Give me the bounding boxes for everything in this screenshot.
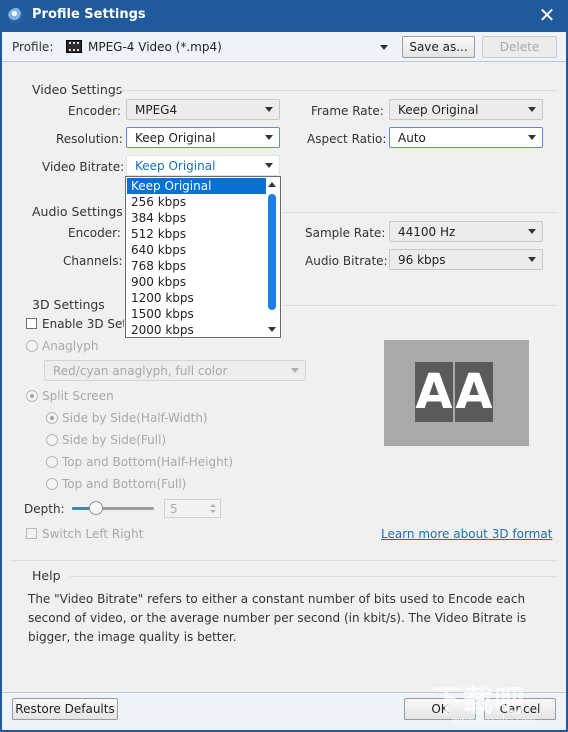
film-icon — [66, 40, 82, 53]
chevron-down-icon — [291, 368, 299, 373]
enable-3d-label: Enable 3D Sett — [42, 317, 124, 331]
switch-left-right-checkbox[interactable] — [26, 528, 37, 539]
learn-more-3d-link[interactable]: Learn more about 3D format — [381, 527, 552, 541]
chevron-down-icon — [265, 107, 273, 112]
scroll-down-icon[interactable] — [268, 327, 276, 332]
section-divider — [118, 90, 558, 91]
watermark-logo: 下载吧 — [432, 684, 525, 719]
switch-left-right-label: Switch Left Right — [42, 527, 144, 541]
3d-settings-title: 3D Settings — [32, 297, 105, 312]
aspect-ratio-select[interactable]: Auto — [389, 127, 543, 148]
split-screen-radio[interactable] — [26, 390, 38, 402]
anaglyph-label: Anaglyph — [42, 339, 99, 353]
spin-up-icon[interactable] — [210, 504, 216, 507]
frame-rate-select[interactable]: Keep Original — [389, 99, 543, 120]
top-bottom-full-radio[interactable] — [46, 478, 58, 490]
video-encoder-select[interactable]: MPEG4 — [126, 99, 280, 120]
section-divider — [282, 212, 558, 213]
dropdown-option[interactable]: 768 kbps — [127, 258, 266, 274]
app-icon — [8, 8, 24, 24]
chevron-down-icon — [380, 45, 388, 50]
dropdown-option[interactable]: 640 kbps — [127, 242, 266, 258]
video-encoder-label: Encoder: — [68, 104, 121, 118]
audio-encoder-label: Encoder: — [68, 226, 121, 240]
aspect-ratio-label: Aspect Ratio: — [307, 132, 387, 146]
resolution-select[interactable]: Keep Original — [126, 127, 280, 148]
dropdown-option[interactable]: 2000 kbps — [127, 322, 266, 338]
anaglyph-value: Red/cyan anaglyph, full color — [53, 364, 228, 378]
aspect-ratio-value: Auto — [398, 131, 426, 145]
chevron-down-icon — [528, 135, 536, 140]
3d-preview-image: A A — [384, 340, 529, 446]
chevron-down-icon — [528, 257, 536, 262]
audio-bitrate-label: Audio Bitrate: — [305, 254, 388, 268]
dropdown-option[interactable]: 900 kbps — [127, 274, 266, 290]
option-label: Top and Bottom(Half-Height) — [62, 455, 234, 469]
side-by-side-half-radio[interactable] — [46, 412, 58, 424]
restore-defaults-button[interactable]: Restore Defaults — [12, 698, 118, 720]
preview-letter-left: A — [415, 362, 453, 422]
profile-value: MPEG-4 Video (*.mp4) — [88, 40, 222, 54]
dropdown-option[interactable]: Keep Original — [127, 178, 266, 194]
chevron-down-icon — [265, 163, 273, 168]
dropdown-option[interactable]: 512 kbps — [127, 226, 266, 242]
scroll-up-icon[interactable] — [268, 182, 276, 187]
profile-select[interactable]: MPEG-4 Video (*.mp4) — [62, 36, 396, 58]
audio-settings-title: Audio Settings — [32, 204, 123, 219]
video-settings-title: Video Settings — [32, 82, 123, 97]
depth-slider-handle[interactable] — [89, 501, 103, 515]
frame-rate-label: Frame Rate: — [311, 104, 384, 118]
video-bitrate-select[interactable]: Keep Original — [126, 155, 280, 176]
sample-rate-label: Sample Rate: — [305, 226, 386, 240]
depth-label: Depth: — [24, 502, 65, 516]
dropdown-option[interactable]: 1500 kbps — [127, 306, 266, 322]
depth-value: 5 — [170, 502, 178, 516]
profile-label: Profile: — [12, 40, 54, 54]
depth-spinbox[interactable]: 5 — [164, 499, 221, 518]
resolution-label: Resolution: — [56, 132, 123, 146]
delete-button[interactable]: Delete — [482, 36, 557, 58]
chevron-down-icon — [265, 135, 273, 140]
dropdown-scrollbar[interactable] — [266, 178, 279, 336]
dropdown-option[interactable]: 384 kbps — [127, 210, 266, 226]
help-text: The "Video Bitrate" refers to either a c… — [28, 592, 527, 644]
option-label: Side by Side(Half-Width) — [62, 411, 208, 425]
close-icon[interactable]: ✕ — [536, 4, 558, 26]
enable-3d-checkbox[interactable] — [26, 318, 37, 329]
top-bottom-half-radio[interactable] — [46, 456, 58, 468]
channels-label: Channels: — [63, 254, 123, 268]
preview-letter-right: A — [455, 362, 493, 422]
chevron-down-icon — [528, 229, 536, 234]
audio-bitrate-select[interactable]: 96 kbps — [389, 249, 543, 270]
section-divider — [282, 305, 558, 306]
option-label: Top and Bottom(Full) — [62, 477, 187, 491]
section-divider — [10, 560, 558, 561]
split-screen-label: Split Screen — [42, 389, 114, 403]
side-by-side-full-radio[interactable] — [46, 434, 58, 446]
frame-rate-value: Keep Original — [398, 103, 479, 117]
watermark-url: www.xiazaiba.com — [452, 716, 536, 726]
anaglyph-select[interactable]: Red/cyan anaglyph, full color — [44, 360, 306, 381]
video-bitrate-dropdown: Keep Original 256 kbps 384 kbps 512 kbps… — [125, 176, 281, 338]
option-label: Side by Side(Full) — [62, 433, 167, 447]
dropdown-option[interactable]: 256 kbps — [127, 194, 266, 210]
help-title: Help — [32, 568, 61, 583]
audio-bitrate-value: 96 kbps — [398, 253, 446, 267]
sample-rate-value: 44100 Hz — [398, 225, 456, 239]
video-encoder-value: MPEG4 — [135, 103, 178, 117]
spin-down-icon[interactable] — [210, 510, 216, 513]
window-title: Profile Settings — [32, 7, 146, 22]
video-bitrate-value: Keep Original — [135, 159, 216, 173]
scrollbar-thumb[interactable] — [268, 194, 276, 310]
chevron-down-icon — [528, 107, 536, 112]
dropdown-option[interactable]: 1200 kbps — [127, 290, 266, 306]
resolution-value: Keep Original — [135, 131, 216, 145]
section-divider — [70, 576, 558, 577]
sample-rate-select[interactable]: 44100 Hz — [389, 221, 543, 242]
save-as-button[interactable]: Save as... — [402, 36, 475, 58]
video-bitrate-label: Video Bitrate: — [42, 160, 125, 174]
anaglyph-radio[interactable] — [26, 340, 38, 352]
